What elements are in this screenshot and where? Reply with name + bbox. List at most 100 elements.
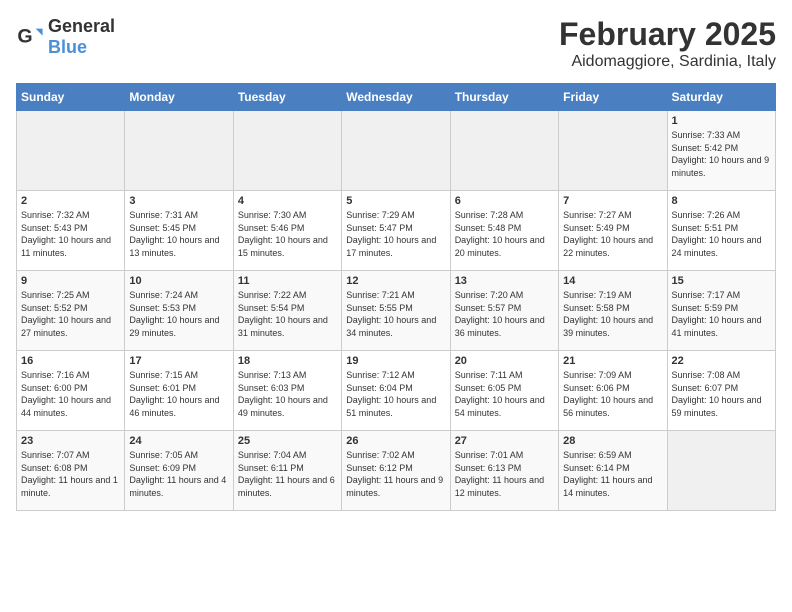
day-info: Sunrise: 7:33 AM Sunset: 5:42 PM Dayligh… xyxy=(672,129,771,179)
calendar-title: February 2025 xyxy=(559,16,776,53)
calendar-cell: 20 Sunrise: 7:11 AM Sunset: 6:05 PM Dayli… xyxy=(450,351,558,431)
day-number: 21 xyxy=(563,355,662,367)
calendar-cell: 13 Sunrise: 7:20 AM Sunset: 5:57 PM Dayli… xyxy=(450,271,558,351)
day-number: 23 xyxy=(21,435,120,447)
day-info: Sunrise: 7:30 AM Sunset: 5:46 PM Dayligh… xyxy=(238,209,337,259)
calendar-cell: 3 Sunrise: 7:31 AM Sunset: 5:45 PM Daylig… xyxy=(125,191,233,271)
day-number: 8 xyxy=(672,195,771,207)
day-info: Sunrise: 7:22 AM Sunset: 5:54 PM Dayligh… xyxy=(238,289,337,339)
day-info: Sunrise: 7:31 AM Sunset: 5:45 PM Dayligh… xyxy=(129,209,228,259)
day-number: 26 xyxy=(346,435,445,447)
day-info: Sunrise: 7:32 AM Sunset: 5:43 PM Dayligh… xyxy=(21,209,120,259)
day-number: 27 xyxy=(455,435,554,447)
day-number: 22 xyxy=(672,355,771,367)
calendar-cell xyxy=(450,111,558,191)
day-number: 20 xyxy=(455,355,554,367)
day-info: Sunrise: 7:05 AM Sunset: 6:09 PM Dayligh… xyxy=(129,449,228,499)
calendar-cell: 10 Sunrise: 7:24 AM Sunset: 5:53 PM Dayli… xyxy=(125,271,233,351)
day-info: Sunrise: 7:01 AM Sunset: 6:13 PM Dayligh… xyxy=(455,449,554,499)
day-info: Sunrise: 7:19 AM Sunset: 5:58 PM Dayligh… xyxy=(563,289,662,339)
day-info: Sunrise: 7:20 AM Sunset: 5:57 PM Dayligh… xyxy=(455,289,554,339)
day-number: 5 xyxy=(346,195,445,207)
day-info: Sunrise: 7:11 AM Sunset: 6:05 PM Dayligh… xyxy=(455,369,554,419)
day-number: 25 xyxy=(238,435,337,447)
calendar-cell: 2 Sunrise: 7:32 AM Sunset: 5:43 PM Daylig… xyxy=(17,191,125,271)
weekday-header: Saturday xyxy=(667,84,775,111)
calendar-cell: 16Sunrise: 7:16 AM Sunset: 6:00 PM Dayli… xyxy=(17,351,125,431)
calendar-cell: 25 Sunrise: 7:04 AM Sunset: 6:11 PM Dayli… xyxy=(233,431,341,511)
calendar-cell: 12 Sunrise: 7:21 AM Sunset: 5:55 PM Dayli… xyxy=(342,271,450,351)
day-info: Sunrise: 7:15 AM Sunset: 6:01 PM Dayligh… xyxy=(129,369,228,419)
day-number: 14 xyxy=(563,275,662,287)
calendar-cell: 7Sunrise: 7:27 AM Sunset: 5:49 PM Daylig… xyxy=(559,191,667,271)
calendar-cell xyxy=(17,111,125,191)
day-info: Sunrise: 7:12 AM Sunset: 6:04 PM Dayligh… xyxy=(346,369,445,419)
day-info: Sunrise: 7:26 AM Sunset: 5:51 PM Dayligh… xyxy=(672,209,771,259)
day-info: Sunrise: 7:25 AM Sunset: 5:52 PM Dayligh… xyxy=(21,289,120,339)
calendar-cell xyxy=(233,111,341,191)
day-number: 19 xyxy=(346,355,445,367)
logo-blue: Blue xyxy=(48,37,87,57)
day-info: Sunrise: 7:04 AM Sunset: 6:11 PM Dayligh… xyxy=(238,449,337,499)
day-number: 24 xyxy=(129,435,228,447)
day-info: Sunrise: 7:21 AM Sunset: 5:55 PM Dayligh… xyxy=(346,289,445,339)
day-number: 28 xyxy=(563,435,662,447)
day-number: 9 xyxy=(21,275,120,287)
calendar-cell: 1 Sunrise: 7:33 AM Sunset: 5:42 PM Daylig… xyxy=(667,111,775,191)
day-info: Sunrise: 7:24 AM Sunset: 5:53 PM Dayligh… xyxy=(129,289,228,339)
calendar-cell: 6 Sunrise: 7:28 AM Sunset: 5:48 PM Daylig… xyxy=(450,191,558,271)
day-info: Sunrise: 7:08 AM Sunset: 6:07 PM Dayligh… xyxy=(672,369,771,419)
svg-text:G: G xyxy=(17,26,32,48)
day-info: Sunrise: 6:59 AM Sunset: 6:14 PM Dayligh… xyxy=(563,449,662,499)
calendar-cell: 11 Sunrise: 7:22 AM Sunset: 5:54 PM Dayli… xyxy=(233,271,341,351)
calendar-cell: 15Sunrise: 7:17 AM Sunset: 5:59 PM Dayli… xyxy=(667,271,775,351)
weekday-header: Sunday xyxy=(17,84,125,111)
calendar-week-row: 1 Sunrise: 7:33 AM Sunset: 5:42 PM Daylig… xyxy=(17,111,776,191)
day-number: 12 xyxy=(346,275,445,287)
page-header: G General Blue February 2025 Aidomaggior… xyxy=(16,16,776,71)
calendar-week-row: 23 Sunrise: 7:07 AM Sunset: 6:08 PM Dayli… xyxy=(17,431,776,511)
day-number: 11 xyxy=(238,275,337,287)
calendar-cell: 21 Sunrise: 7:09 AM Sunset: 6:06 PM Dayli… xyxy=(559,351,667,431)
day-number: 18 xyxy=(238,355,337,367)
day-info: Sunrise: 7:07 AM Sunset: 6:08 PM Dayligh… xyxy=(21,449,120,499)
calendar-cell xyxy=(125,111,233,191)
day-number: 17 xyxy=(129,355,228,367)
day-info: Sunrise: 7:02 AM Sunset: 6:12 PM Dayligh… xyxy=(346,449,445,499)
calendar-cell: 26 Sunrise: 7:02 AM Sunset: 6:12 PM Dayli… xyxy=(342,431,450,511)
calendar-cell xyxy=(559,111,667,191)
calendar-cell: 23 Sunrise: 7:07 AM Sunset: 6:08 PM Dayli… xyxy=(17,431,125,511)
day-number: 13 xyxy=(455,275,554,287)
day-info: Sunrise: 7:28 AM Sunset: 5:48 PM Dayligh… xyxy=(455,209,554,259)
day-info: Sunrise: 7:17 AM Sunset: 5:59 PM Dayligh… xyxy=(672,289,771,339)
calendar-cell: 9 Sunrise: 7:25 AM Sunset: 5:52 PM Daylig… xyxy=(17,271,125,351)
weekday-header: Tuesday xyxy=(233,84,341,111)
day-number: 2 xyxy=(21,195,120,207)
weekday-header: Thursday xyxy=(450,84,558,111)
logo: G General Blue xyxy=(16,16,115,58)
day-info: Sunrise: 7:16 AM Sunset: 6:00 PM Dayligh… xyxy=(21,369,120,419)
title-block: February 2025 Aidomaggiore, Sardinia, It… xyxy=(559,16,776,71)
day-info: Sunrise: 7:09 AM Sunset: 6:06 PM Dayligh… xyxy=(563,369,662,419)
day-number: 1 xyxy=(672,115,771,127)
day-number: 3 xyxy=(129,195,228,207)
header-row: SundayMondayTuesdayWednesdayThursdayFrid… xyxy=(17,84,776,111)
day-number: 6 xyxy=(455,195,554,207)
calendar-cell: 28 Sunrise: 6:59 AM Sunset: 6:14 PM Dayli… xyxy=(559,431,667,511)
calendar-cell: 22 Sunrise: 7:08 AM Sunset: 6:07 PM Dayli… xyxy=(667,351,775,431)
calendar-cell: 24 Sunrise: 7:05 AM Sunset: 6:09 PM Dayli… xyxy=(125,431,233,511)
calendar-subtitle: Aidomaggiore, Sardinia, Italy xyxy=(559,53,776,71)
logo-icon: G xyxy=(16,23,44,51)
day-number: 10 xyxy=(129,275,228,287)
calendar-cell: 8 Sunrise: 7:26 AM Sunset: 5:51 PM Daylig… xyxy=(667,191,775,271)
calendar-week-row: 2 Sunrise: 7:32 AM Sunset: 5:43 PM Daylig… xyxy=(17,191,776,271)
day-number: 7 xyxy=(563,195,662,207)
weekday-header: Wednesday xyxy=(342,84,450,111)
calendar-cell: 14 Sunrise: 7:19 AM Sunset: 5:58 PM Dayli… xyxy=(559,271,667,351)
calendar-week-row: 9 Sunrise: 7:25 AM Sunset: 5:52 PM Daylig… xyxy=(17,271,776,351)
calendar-cell: 19 Sunrise: 7:12 AM Sunset: 6:04 PM Dayli… xyxy=(342,351,450,431)
calendar-week-row: 16Sunrise: 7:16 AM Sunset: 6:00 PM Dayli… xyxy=(17,351,776,431)
calendar-cell: 4Sunrise: 7:30 AM Sunset: 5:46 PM Daylig… xyxy=(233,191,341,271)
calendar-cell xyxy=(667,431,775,511)
weekday-header: Monday xyxy=(125,84,233,111)
